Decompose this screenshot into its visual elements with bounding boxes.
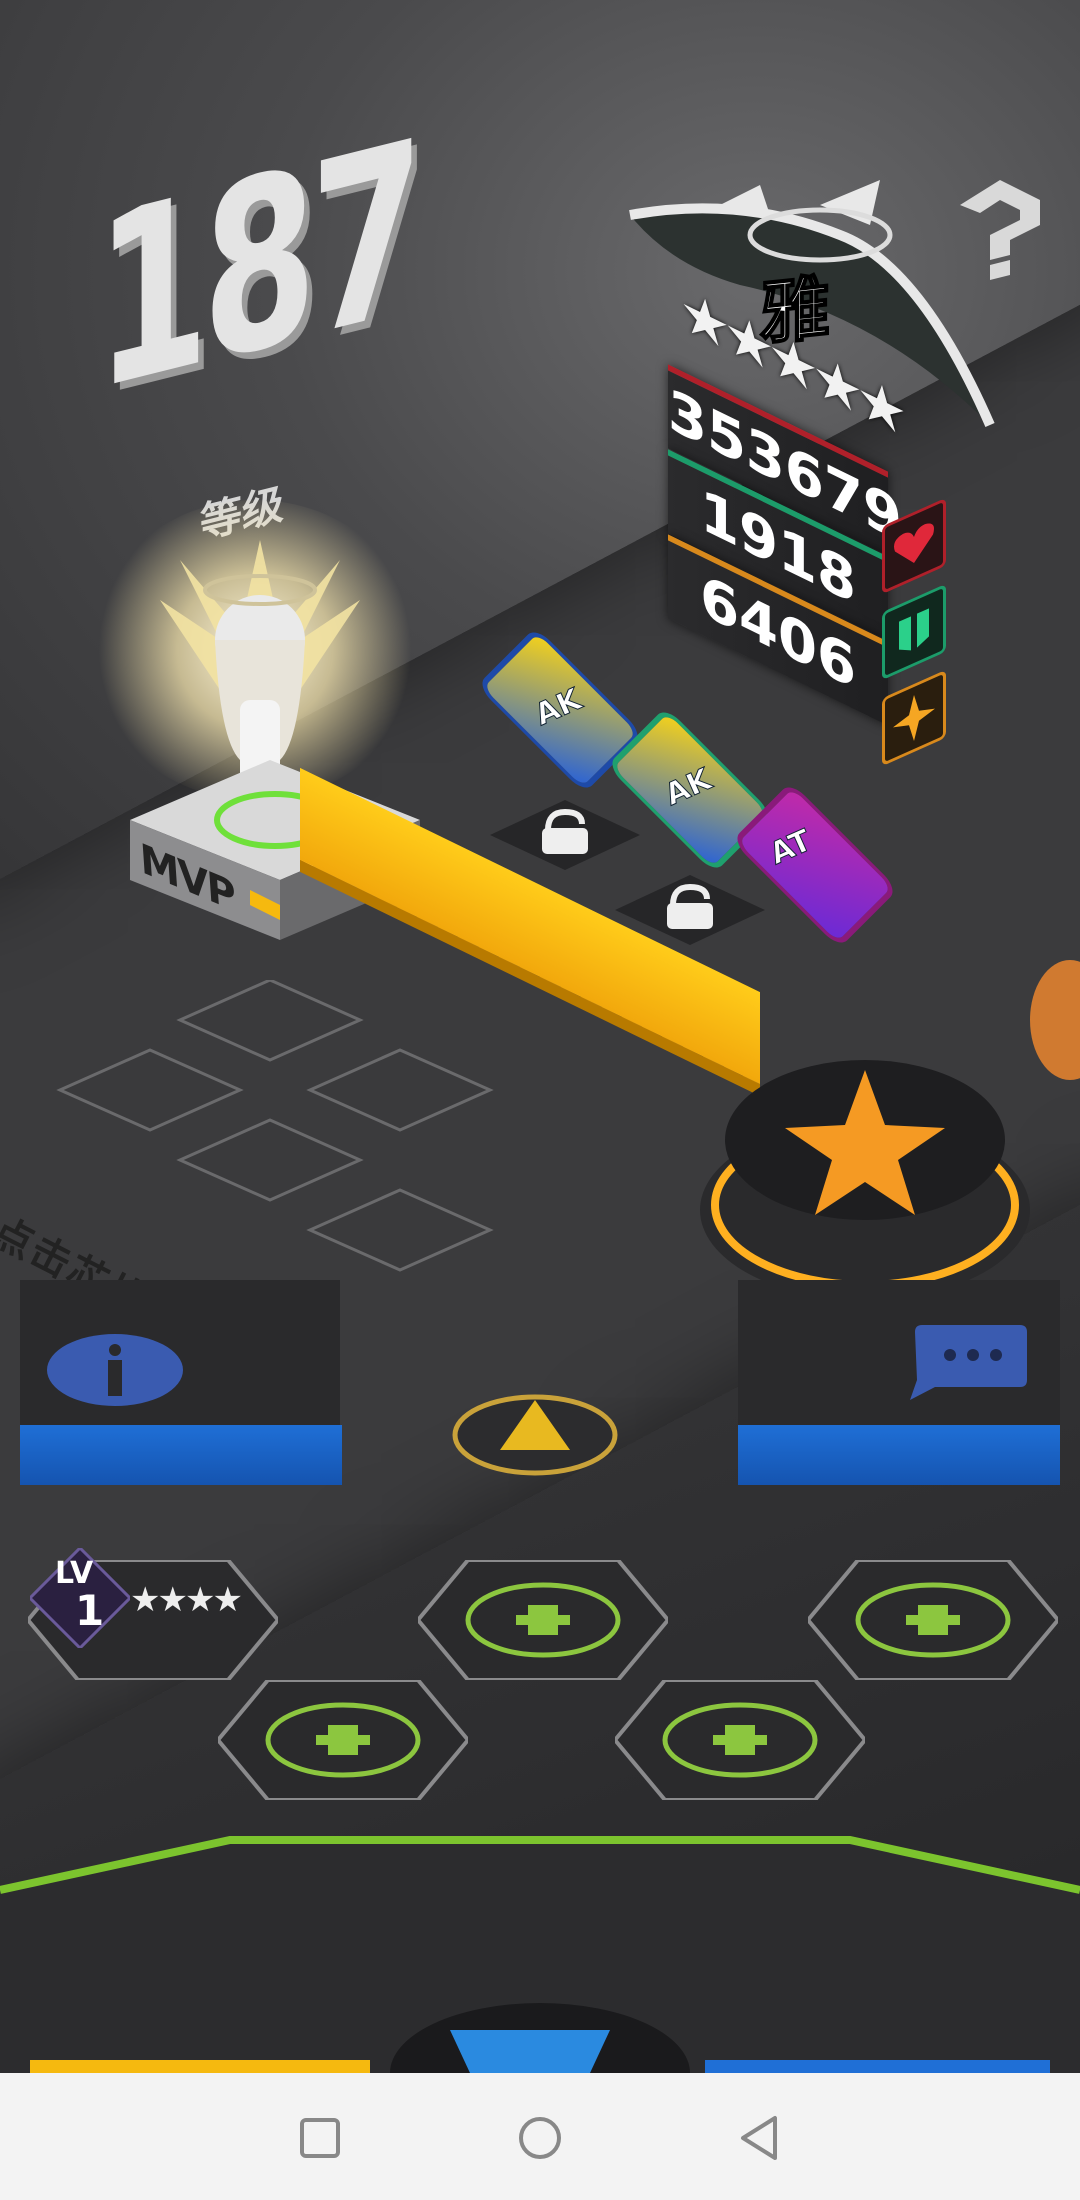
- expand-up-button[interactable]: [450, 1380, 620, 1490]
- system-nav-bar: [0, 2073, 1080, 2200]
- chat-blue-bar: [738, 1425, 1060, 1485]
- team-slot-4[interactable]: [218, 1680, 468, 1800]
- team-slot-2[interactable]: [418, 1560, 668, 1680]
- locked-chip-slot-2[interactable]: [615, 875, 765, 955]
- team-slot-5[interactable]: [615, 1680, 865, 1800]
- back-nav-icon[interactable]: [725, 2103, 795, 2173]
- info-blue-bar: [20, 1425, 342, 1485]
- game-scene: 187 等级 雅 ★★★★★ 353679 1918 6406: [0, 0, 1080, 2073]
- chat-button[interactable]: [905, 1320, 1030, 1405]
- info-button[interactable]: [45, 1330, 185, 1410]
- circle-nav-icon[interactable]: [505, 2103, 575, 2173]
- square-nav-icon[interactable]: [285, 2103, 355, 2173]
- slot-stars: ★★★★: [130, 1580, 243, 1620]
- lv-value: 1: [75, 1586, 105, 1635]
- locked-chip-slot-1[interactable]: [490, 800, 640, 880]
- team-slot-3[interactable]: [808, 1560, 1058, 1680]
- bottom-deck: [0, 1836, 1080, 2073]
